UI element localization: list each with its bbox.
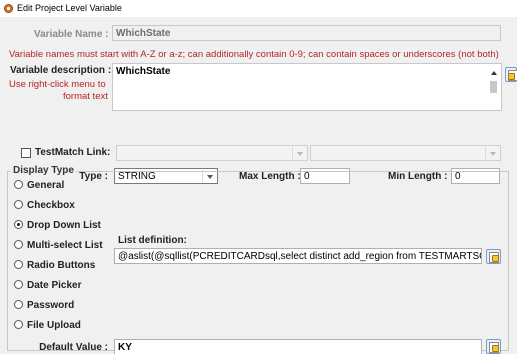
variable-name-field: WhichState (112, 25, 501, 41)
variable-description-label: Variable description : (10, 65, 112, 76)
radio-drop-down-list[interactable]: Drop Down List (14, 220, 101, 231)
radio-dot-icon (14, 200, 23, 209)
format-hint-line1: Use right-click menu to (9, 79, 106, 90)
chevron-down-icon (485, 147, 499, 159)
default-value-label: Default Value : (39, 342, 108, 353)
radio-radio-buttons[interactable]: Radio Buttons (14, 260, 95, 271)
radio-date-picker[interactable]: Date Picker (14, 280, 81, 291)
radio-password[interactable]: Password (14, 300, 74, 311)
naming-rule-text: Variable names must start with A-Z or a-… (9, 49, 499, 60)
radio-dot-selected-icon (14, 220, 23, 229)
display-type-legend: Display Type (11, 165, 76, 176)
radio-dot-icon (14, 280, 23, 289)
dialog-body: Variable Name : WhichState Variable name… (0, 17, 517, 354)
list-definition-label: List definition: (118, 235, 187, 246)
variable-name-label: Variable Name : (34, 29, 109, 40)
radio-dot-icon (14, 260, 23, 269)
variable-description-editor[interactable]: WhichState (112, 63, 502, 111)
chevron-down-icon (292, 147, 306, 159)
description-scrollbar[interactable] (488, 67, 500, 107)
radio-multi-select-list[interactable]: Multi-select List (14, 240, 103, 251)
radio-dot-icon (14, 300, 23, 309)
list-definition-editor-icon[interactable] (486, 249, 501, 264)
testmatch-checkbox[interactable] (21, 148, 31, 158)
app-icon (4, 4, 13, 13)
radio-checkbox[interactable]: Checkbox (14, 200, 75, 211)
description-editor-icon[interactable] (505, 67, 517, 82)
title-bar: Edit Project Level Variable (0, 0, 517, 17)
radio-dot-icon (14, 180, 23, 189)
scroll-thumb[interactable] (490, 81, 497, 93)
radio-dot-icon (14, 320, 23, 329)
testmatch-project-dropdown (116, 145, 308, 161)
list-definition-input[interactable]: @aslist(@sqllist(PCREDITCARDsql,select d… (114, 248, 482, 264)
testmatch-item-dropdown (310, 145, 501, 161)
radio-file-upload[interactable]: File Upload (14, 320, 81, 331)
scroll-up-arrow-icon[interactable] (491, 71, 497, 75)
default-value-editor-icon[interactable] (486, 339, 501, 354)
radio-general[interactable]: General (14, 180, 64, 191)
window-title: Edit Project Level Variable (17, 3, 122, 13)
radio-dot-icon (14, 240, 23, 249)
default-value-input[interactable]: KY (114, 339, 482, 354)
format-hint-line2: format text (63, 91, 108, 102)
testmatch-label: TestMatch Link: (35, 147, 111, 158)
